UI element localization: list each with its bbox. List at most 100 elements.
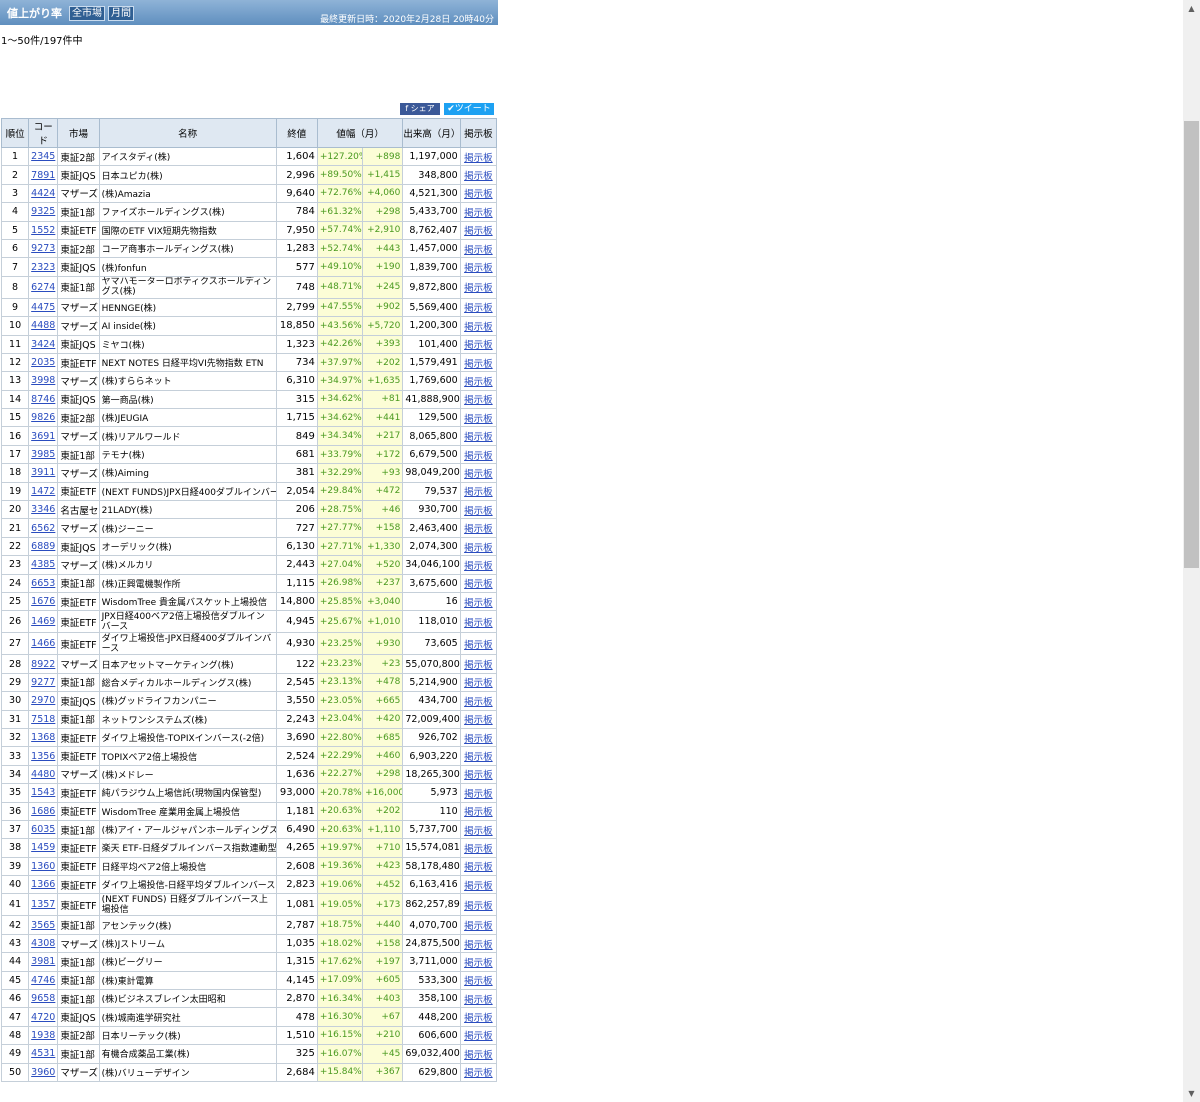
board-link[interactable]: 掲示板 — [459, 463, 498, 483]
board-link-text[interactable]: 掲示板 — [464, 432, 493, 443]
board-link[interactable]: 掲示板 — [459, 389, 498, 410]
board-link[interactable]: 掲示板 — [459, 352, 498, 373]
board-link[interactable]: 掲示板 — [459, 801, 498, 821]
code-link-text[interactable]: 1366 — [31, 879, 55, 890]
code-link[interactable]: 1938 — [28, 1025, 59, 1046]
board-link-text[interactable]: 掲示板 — [464, 303, 493, 314]
board-link-text[interactable]: 掲示板 — [464, 561, 493, 572]
board-link-text[interactable]: 掲示板 — [464, 598, 493, 609]
scrollbar-thumb[interactable] — [1184, 121, 1199, 568]
board-link-text[interactable]: 掲示板 — [464, 752, 493, 763]
board-link-text[interactable]: 掲示板 — [464, 322, 493, 333]
code-link-text[interactable]: 1472 — [31, 486, 55, 497]
code-link[interactable]: 1472 — [28, 481, 59, 502]
code-link-text[interactable]: 4308 — [31, 938, 55, 949]
board-link[interactable]: 掲示板 — [459, 654, 498, 674]
code-link[interactable]: 4746 — [28, 970, 59, 991]
code-link-text[interactable]: 4424 — [31, 188, 55, 199]
board-link-text[interactable]: 掲示板 — [464, 208, 493, 219]
board-link[interactable]: 掲示板 — [459, 591, 498, 612]
code-link-text[interactable]: 9273 — [31, 243, 55, 254]
code-link-text[interactable]: 1469 — [31, 616, 55, 627]
board-link-text[interactable]: 掲示板 — [464, 506, 493, 517]
code-link-text[interactable]: 6274 — [31, 282, 55, 293]
code-link[interactable]: 4531 — [28, 1044, 59, 1064]
board-link[interactable]: 掲示板 — [459, 536, 498, 557]
code-link-text[interactable]: 6653 — [31, 578, 55, 589]
code-link-text[interactable]: 2035 — [31, 357, 55, 368]
code-link[interactable]: 2323 — [28, 257, 59, 277]
board-link-text[interactable]: 掲示板 — [464, 283, 493, 294]
board-link[interactable]: 掲示板 — [459, 989, 498, 1009]
board-link[interactable]: 掲示板 — [459, 481, 498, 502]
code-link[interactable]: 4480 — [28, 764, 59, 785]
board-link-text[interactable]: 掲示板 — [464, 770, 493, 781]
code-link[interactable]: 7891 — [28, 165, 59, 185]
board-link[interactable]: 掲示板 — [459, 1062, 498, 1082]
board-link-text[interactable]: 掲示板 — [464, 189, 493, 200]
code-link-text[interactable]: 9826 — [31, 412, 55, 423]
code-link[interactable]: 3981 — [28, 952, 59, 972]
board-link[interactable]: 掲示板 — [459, 183, 498, 204]
board-link[interactable]: 掲示板 — [459, 672, 498, 693]
code-link-text[interactable]: 1466 — [31, 638, 55, 649]
board-link[interactable]: 掲示板 — [459, 691, 498, 711]
board-link[interactable]: 掲示板 — [459, 952, 498, 972]
board-link[interactable]: 掲示板 — [459, 500, 498, 520]
board-link-text[interactable]: 掲示板 — [464, 1068, 493, 1079]
board-link[interactable]: 掲示板 — [459, 915, 498, 935]
board-link[interactable]: 掲示板 — [459, 257, 498, 277]
board-link-text[interactable]: 掲示板 — [464, 263, 493, 274]
board-link[interactable]: 掲示板 — [459, 1007, 498, 1027]
code-link-text[interactable]: 1543 — [31, 787, 55, 798]
board-link-text[interactable]: 掲示板 — [464, 153, 493, 164]
board-link[interactable]: 掲示板 — [459, 371, 498, 391]
code-link-text[interactable]: 4531 — [31, 1048, 55, 1059]
code-link-text[interactable]: 1357 — [31, 899, 55, 910]
board-link-text[interactable]: 掲示板 — [464, 678, 493, 689]
board-link-text[interactable]: 掲示板 — [464, 395, 493, 406]
code-link[interactable]: 9273 — [28, 238, 59, 259]
board-link[interactable]: 掲示板 — [459, 573, 498, 593]
board-link[interactable]: 掲示板 — [459, 632, 498, 656]
code-link-text[interactable]: 7518 — [31, 714, 55, 725]
code-link[interactable]: 4308 — [28, 933, 59, 954]
board-link-text[interactable]: 掲示板 — [464, 618, 493, 629]
board-link-text[interactable]: 掲示板 — [464, 524, 493, 535]
board-link-text[interactable]: 掲示板 — [464, 976, 493, 987]
board-link[interactable]: 掲示板 — [459, 727, 498, 748]
code-link-text[interactable]: 4480 — [31, 769, 55, 780]
code-link[interactable]: 4385 — [28, 555, 59, 575]
code-link[interactable]: 6653 — [28, 573, 59, 593]
code-link[interactable]: 4475 — [28, 297, 59, 318]
board-link-text[interactable]: 掲示板 — [464, 1050, 493, 1061]
code-link[interactable]: 3985 — [28, 444, 59, 465]
code-link[interactable]: 1466 — [28, 632, 59, 656]
code-link[interactable]: 3960 — [28, 1062, 59, 1082]
code-link-text[interactable]: 3691 — [31, 431, 55, 442]
board-link-text[interactable]: 掲示板 — [464, 901, 493, 912]
board-link[interactable]: 掲示板 — [459, 819, 498, 840]
code-link-text[interactable]: 8922 — [31, 659, 55, 670]
code-link-text[interactable]: 2970 — [31, 695, 55, 706]
board-link-text[interactable]: 掲示板 — [464, 826, 493, 837]
code-link-text[interactable]: 7891 — [31, 170, 55, 181]
code-link[interactable]: 1543 — [28, 783, 59, 803]
board-link[interactable]: 掲示板 — [459, 202, 498, 222]
code-link-text[interactable]: 3960 — [31, 1067, 55, 1078]
board-link-text[interactable]: 掲示板 — [464, 579, 493, 590]
code-link-text[interactable]: 1360 — [31, 861, 55, 872]
code-link[interactable]: 1366 — [28, 875, 59, 895]
period-filter-button[interactable]: 月間 — [108, 6, 134, 21]
code-link[interactable]: 4424 — [28, 183, 59, 204]
code-link[interactable]: 4720 — [28, 1007, 59, 1027]
board-link-text[interactable]: 掲示板 — [464, 1031, 493, 1042]
code-link[interactable]: 6274 — [28, 275, 59, 299]
scroll-up-icon[interactable]: ▲ — [1183, 0, 1200, 17]
board-link[interactable]: 掲示板 — [459, 275, 498, 299]
board-link-text[interactable]: 掲示板 — [464, 921, 493, 932]
code-link[interactable]: 6889 — [28, 536, 59, 557]
board-link[interactable]: 掲示板 — [459, 764, 498, 785]
board-link-text[interactable]: 掲示板 — [464, 940, 493, 951]
board-link[interactable]: 掲示板 — [459, 165, 498, 185]
